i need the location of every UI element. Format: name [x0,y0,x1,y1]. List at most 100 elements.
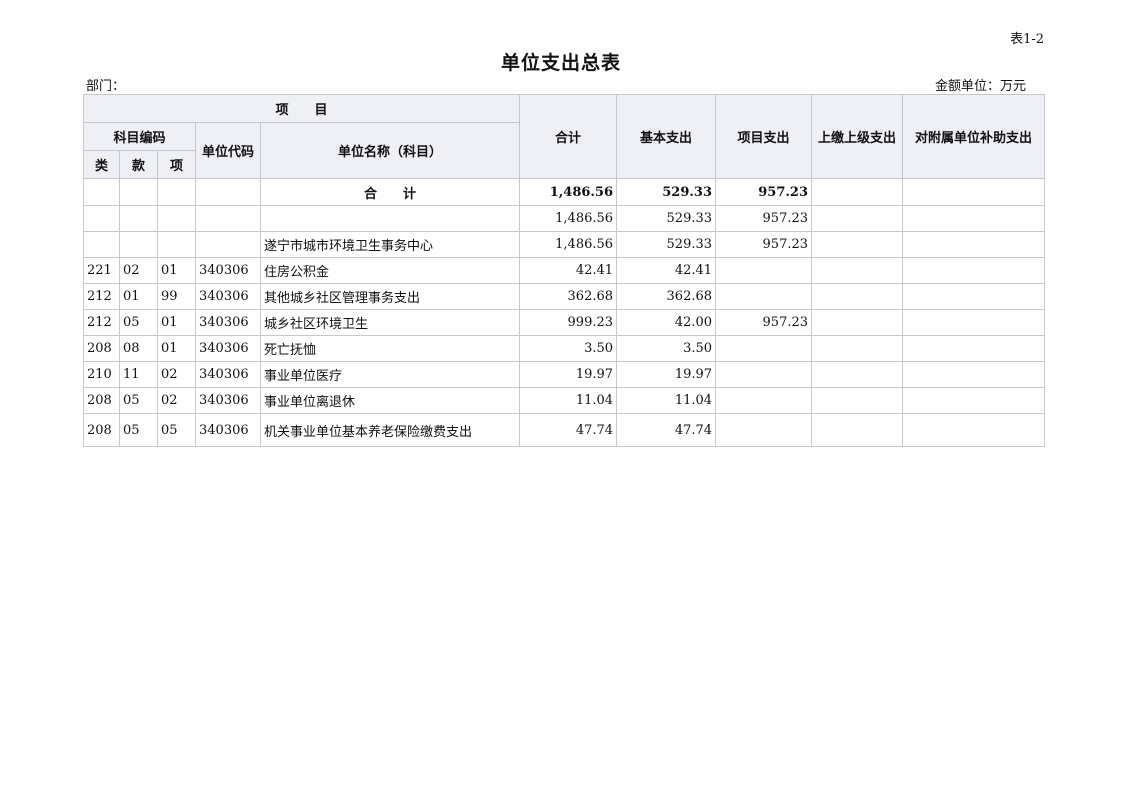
unit-code-header: 单位代码 [195,122,261,179]
cell-total: 1,486.56 [519,231,618,258]
table-row: 208 08 01 340306 死亡抚恤 3.50 3.50 [83,335,1046,362]
cell-upper [811,335,904,362]
cell-lei: 221 [83,257,120,284]
cell-subsidy [902,231,1046,258]
cell-lei: 210 [83,361,120,388]
cell-subsidy [902,361,1046,388]
cell-basic: 11.04 [616,387,717,414]
cell-basic: 529.33 [616,231,717,258]
table-row: 221 02 01 340306 住房公积金 42.41 42.41 [83,257,1046,284]
cell-upper [811,387,904,414]
cell-project [715,257,813,284]
cell-total: 42.41 [519,257,618,284]
cell-xiang: 01 [157,257,196,284]
cell-basic: 362.68 [616,283,717,310]
total-subsidy [902,178,1046,206]
cell-upper [811,231,904,258]
table-row: 遂宁市城市环境卫生事务中心 1,486.56 529.33 957.23 [83,231,1046,258]
cell-kuan: 11 [119,361,158,388]
cell-upper [811,205,904,232]
cell-xiang: 99 [157,283,196,310]
cell-xiang: 02 [157,361,196,388]
cell-total: 999.23 [519,309,618,336]
cell-project: 957.23 [715,309,813,336]
cell-subsidy [902,335,1046,362]
cell-project [715,283,813,310]
cell-lei [83,205,120,232]
cell-unit-name: 其他城乡社区管理事务支出 [259,283,521,310]
cell-lei: 208 [83,413,120,447]
cell-unit-code: 340306 [195,283,261,310]
cell-lei: 212 [83,283,120,310]
cell-basic: 42.00 [616,309,717,336]
project-header: 项 目 [82,94,521,123]
cell-total: 1,486.56 [519,205,618,232]
cell-upper [811,257,904,284]
cell-unit-code: 340306 [195,413,261,447]
total-amount: 1,486.56 [519,178,618,206]
cell-unit-name: 机关事业单位基本养老保险缴费支出 [259,413,521,447]
cell-basic: 47.74 [616,413,717,447]
total-upper [811,178,904,206]
cell-unit-name: 遂宁市城市环境卫生事务中心 [259,231,521,258]
cell-lei: 212 [83,309,120,336]
cell-unit-name: 死亡抚恤 [259,335,521,362]
cell-subsidy [902,283,1046,310]
cell-project: 957.23 [715,205,813,232]
cell-subsidy [902,309,1046,336]
cell-unit-name: 住房公积金 [259,257,521,284]
cell-unit-code: 340306 [195,335,261,362]
cell-xiang: 01 [157,335,196,362]
cell-kuan: 05 [119,387,158,414]
cell-total: 3.50 [519,335,618,362]
cell-unit-name: 事业单位离退休 [259,387,521,414]
total-project: 957.23 [715,178,813,206]
table-row: 208 05 02 340306 事业单位离退休 11.04 11.04 [83,387,1046,414]
cell-basic: 529.33 [616,205,717,232]
expenditure-table: 项 目 合计 基本支出 项目支出 上缴上级支出 对附属单位补助支出 科目编码 单… [82,94,1046,447]
cell-kuan: 05 [119,309,158,336]
cell-kuan [119,231,158,258]
xiang-header: 项 [157,150,196,179]
amount-unit-label: 金额单位：万元 [934,79,1026,94]
total-kuan [119,178,158,206]
cell-kuan: 08 [119,335,158,362]
subsidiary-subsidy-header: 对附属单位补助支出 [902,94,1046,179]
cell-total: 47.74 [519,413,618,447]
subject-code-header: 科目编码 [83,122,196,151]
total-row: 合 计 1,486.56 529.33 957.23 [83,178,1046,206]
cell-basic: 19.97 [616,361,717,388]
cell-basic: 42.41 [616,257,717,284]
cell-kuan: 02 [119,257,158,284]
cell-kuan [119,205,158,232]
upper-payment-header: 上缴上级支出 [811,94,904,179]
cell-project [715,361,813,388]
cell-upper [811,309,904,336]
cell-kuan: 01 [119,283,158,310]
cell-kuan: 05 [119,413,158,447]
department-label: 部门： [86,79,126,94]
table-row: 210 11 02 340306 事业单位医疗 19.97 19.97 [83,361,1046,388]
cell-project [715,387,813,414]
unit-name-header: 单位名称（科目） [259,122,521,179]
cell-total: 19.97 [519,361,618,388]
cell-project [715,413,813,447]
cell-total: 11.04 [519,387,618,414]
cell-unit-code [195,231,261,258]
cell-unit-code: 340306 [195,309,261,336]
cell-project: 957.23 [715,231,813,258]
total-xiang [157,178,196,206]
lei-header: 类 [83,150,120,179]
cell-unit-code [195,205,261,232]
table-row: 212 05 01 340306 城乡社区环境卫生 999.23 42.00 9… [83,309,1046,336]
cell-lei [83,231,120,258]
cell-lei: 208 [83,335,120,362]
cell-subsidy [902,387,1046,414]
total-label: 合 计 [259,178,521,206]
total-basic: 529.33 [616,178,717,206]
table-row: 1,486.56 529.33 957.23 [83,205,1046,232]
cell-unit-code: 340306 [195,387,261,414]
cell-project [715,335,813,362]
total-code [195,178,261,206]
basic-expenditure-header: 基本支出 [616,94,717,179]
